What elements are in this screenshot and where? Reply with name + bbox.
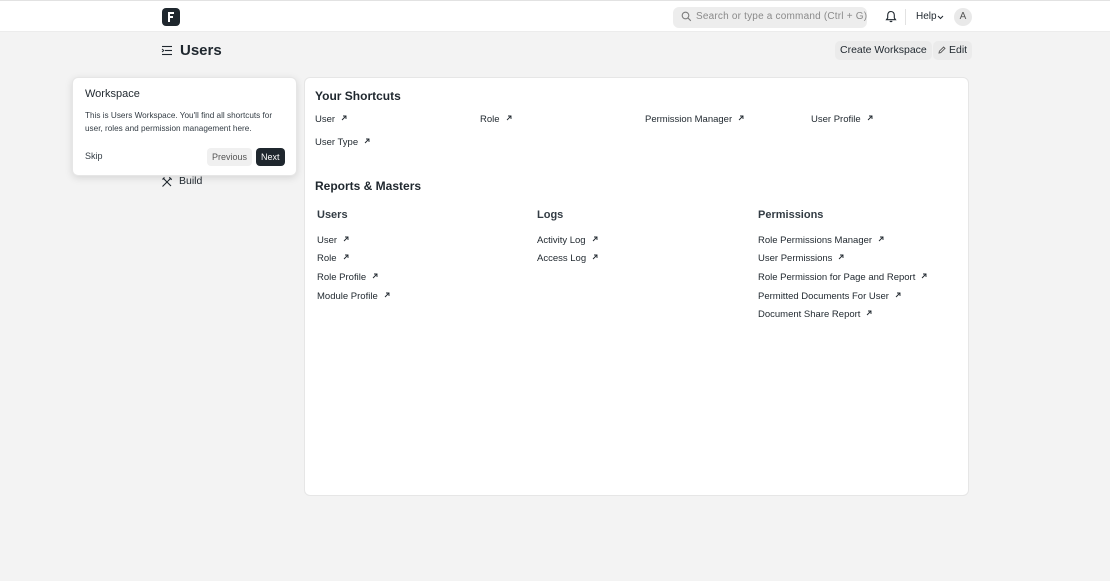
edit-button[interactable]: Edit [933, 41, 973, 60]
report-link-user[interactable]: User [317, 235, 349, 246]
arrow-up-right-icon [592, 254, 598, 260]
shortcut-label: User [315, 114, 336, 125]
report-link-label: Role Permissions Manager [758, 235, 873, 246]
arrow-up-right-icon [867, 310, 872, 316]
arrow-up-right-icon [592, 236, 598, 242]
report-link-role-permissions-manager[interactable]: Role Permissions Manager [758, 235, 884, 246]
edit-label: Edit [949, 44, 968, 56]
navbar: Search or type a command (Ctrl + G) Help… [0, 0, 1110, 32]
arrow-up-right-icon [506, 115, 511, 121]
report-link-label: User [317, 235, 338, 246]
reports-title: Reports & Masters [315, 179, 422, 193]
report-link-label: Permitted Documents For User [758, 291, 889, 302]
avatar[interactable]: A [954, 8, 972, 26]
arrow-up-right-icon [343, 236, 349, 242]
column-heading-users: Users [317, 209, 348, 221]
chevron-down-icon [937, 15, 944, 20]
arrow-up-right-icon [384, 292, 390, 298]
tour-skip-button[interactable]: Skip [85, 151, 103, 161]
build-tools-icon [162, 176, 173, 187]
report-link-module-profile[interactable]: Module Profile [317, 291, 390, 302]
arrow-up-right-icon [738, 115, 744, 121]
arrow-up-right-icon [372, 273, 378, 279]
pencil-icon [938, 46, 946, 54]
app-logo[interactable] [162, 8, 180, 26]
sidebar-item-label: Build [179, 175, 203, 187]
create-workspace-button[interactable]: Create Workspace [835, 41, 932, 60]
navbar-divider [905, 9, 906, 25]
report-link-access-log[interactable]: Access Log [537, 253, 598, 264]
report-link-label: Activity Log [537, 235, 586, 246]
report-link-role-profile[interactable]: Role Profile [317, 272, 378, 283]
tour-title: Workspace [85, 88, 140, 100]
shortcut-role[interactable]: Role [480, 114, 512, 125]
workspace-card: Your Shortcuts User Role Permission Mana… [304, 77, 969, 496]
shortcut-label: Permission Manager [645, 114, 733, 125]
tour-previous-button[interactable]: Previous [207, 148, 253, 166]
arrow-up-right-icon [839, 254, 844, 260]
report-link-activity-log[interactable]: Activity Log [537, 235, 598, 246]
bell-icon[interactable] [885, 10, 897, 23]
onboarding-tour-popover: Workspace This is Users Workspace. You'l… [72, 77, 297, 176]
tour-next-button[interactable]: Next [256, 148, 285, 166]
shortcut-user-type[interactable]: User Type [315, 137, 370, 148]
report-link-label: Access Log [537, 253, 587, 264]
help-dropdown[interactable]: Help [916, 11, 944, 22]
page-title: Users [180, 42, 222, 59]
report-link-role[interactable]: Role [317, 253, 349, 264]
page-header: Users Create Workspace Edit [0, 32, 1110, 72]
shortcut-user[interactable]: User [315, 114, 347, 125]
search-input[interactable]: Search or type a command (Ctrl + G) [673, 7, 867, 28]
sidebar-toggle-icon[interactable] [161, 45, 173, 56]
arrow-up-right-icon [341, 115, 347, 121]
tour-description: This is Users Workspace. You'll find all… [85, 111, 273, 133]
shortcut-label: User Profile [811, 114, 861, 125]
arrow-up-right-icon [364, 138, 370, 144]
arrow-up-right-icon [878, 236, 884, 242]
shortcut-label: Role [480, 114, 500, 125]
search-placeholder: Search or type a command (Ctrl + G) [696, 11, 868, 22]
report-link-label: Role [317, 253, 337, 264]
report-link-permitted-documents-for-user[interactable]: Permitted Documents For User [758, 291, 901, 302]
arrow-up-right-icon [867, 115, 873, 121]
report-link-label: Document Share Report [758, 309, 861, 320]
report-link-label: User Permissions [758, 253, 833, 264]
report-link-role-permission-for-page-and-report[interactable]: Role Permission for Page and Report [758, 272, 927, 283]
report-link-label: Module Profile [317, 291, 378, 302]
report-link-user-permissions[interactable]: User Permissions [758, 253, 844, 264]
report-link-label: Role Profile [317, 272, 367, 283]
help-label: Help [916, 11, 937, 22]
shortcut-permission-manager[interactable]: Permission Manager [645, 114, 744, 125]
column-heading-permissions: Permissions [758, 209, 824, 221]
shortcuts-title: Your Shortcuts [315, 89, 401, 103]
shortcut-user-profile[interactable]: User Profile [811, 114, 873, 125]
column-heading-logs: Logs [537, 209, 564, 221]
arrow-up-right-icon [343, 254, 348, 260]
arrow-up-right-icon [895, 292, 901, 298]
report-link-document-share-report[interactable]: Document Share Report [758, 309, 872, 320]
report-link-label: Role Permission for Page and Report [758, 272, 916, 283]
search-icon [681, 11, 692, 22]
arrow-up-right-icon [922, 273, 927, 279]
shortcut-label: User Type [315, 137, 359, 148]
